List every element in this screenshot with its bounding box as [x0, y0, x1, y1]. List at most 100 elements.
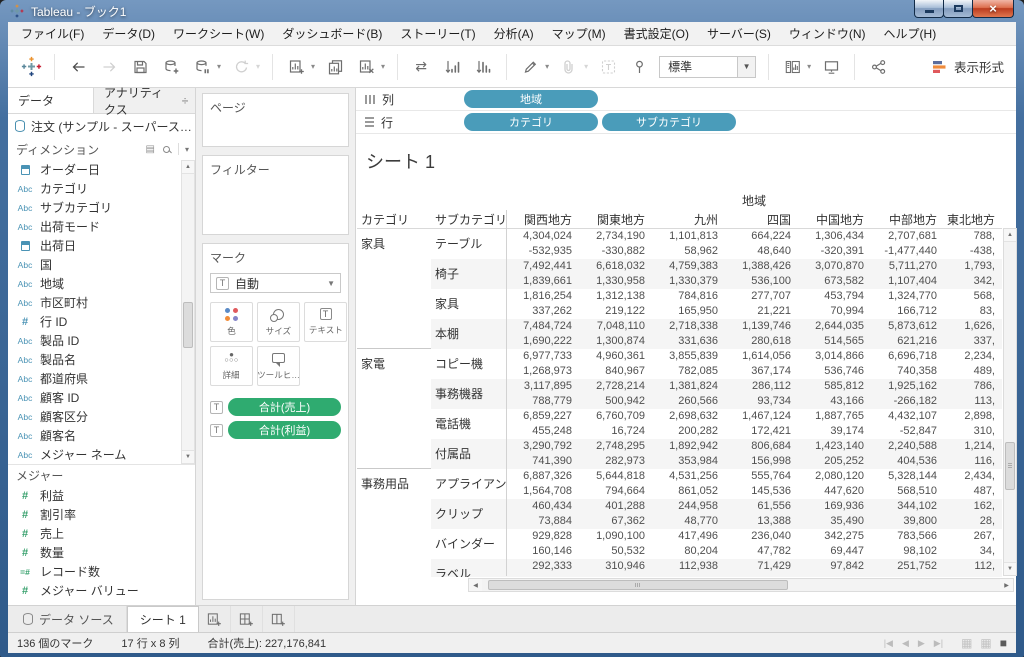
- sort-descending-icon[interactable]: [472, 54, 494, 80]
- dimensions-scrollbar[interactable]: ▲ ▼: [181, 160, 195, 464]
- dimension-pill[interactable]: サブカテゴリ: [602, 113, 736, 131]
- field-item[interactable]: 出荷日: [8, 236, 195, 255]
- table-row[interactable]: 家電 コピー機 6,977,733 1,268,973 4,960,361 840,967…: [357, 349, 1002, 379]
- dimension-pill[interactable]: カテゴリ: [464, 113, 598, 131]
- scroll-down-icon[interactable]: ▼: [182, 450, 194, 463]
- marks-button[interactable]: 色: [210, 302, 253, 342]
- tab-data[interactable]: データ: [8, 88, 94, 113]
- table-row[interactable]: 家具 1,816,254 337,262 1,312,138 219,122 784,81…: [357, 289, 1002, 319]
- field-item[interactable]: =# レコード数: [8, 562, 195, 581]
- menu-item[interactable]: サーバー(S): [698, 22, 780, 46]
- menu-item[interactable]: 分析(A): [485, 22, 543, 46]
- fit-selector[interactable]: 標準 ▼: [659, 55, 757, 78]
- pause-updates-icon[interactable]: [191, 54, 213, 80]
- menu-item[interactable]: データ(D): [93, 22, 164, 46]
- highlight-icon[interactable]: [519, 54, 541, 80]
- scroll-down-icon[interactable]: ▼: [1004, 562, 1016, 575]
- menu-item[interactable]: ウィンドウ(N): [780, 22, 875, 46]
- scroll-right-icon[interactable]: ▶: [1000, 579, 1013, 591]
- pane-expander-icon[interactable]: ÷: [175, 88, 195, 113]
- scroll-thumb[interactable]: [1005, 442, 1015, 490]
- presentation-mode-icon[interactable]: [820, 54, 842, 80]
- marks-button[interactable]: サイズ: [257, 302, 300, 342]
- tab-analytics[interactable]: アナリティクス: [94, 86, 175, 117]
- undo-icon[interactable]: [67, 54, 89, 80]
- swap-rows-columns-icon[interactable]: ⇄: [410, 54, 432, 80]
- grid-view-icon[interactable]: ▦: [961, 636, 972, 650]
- columns-shelf[interactable]: 列 地域: [356, 88, 1016, 111]
- pause-updates-caret[interactable]: ▾: [217, 62, 221, 71]
- pages-shelf[interactable]: ページ: [202, 93, 349, 147]
- new-worksheet-caret[interactable]: ▾: [311, 62, 315, 71]
- dimension-pill[interactable]: 地域: [464, 90, 598, 108]
- tab-datasource[interactable]: データ ソース: [11, 606, 127, 632]
- grid-labels-view-icon[interactable]: ▦: [980, 636, 991, 650]
- horizontal-scrollbar[interactable]: ◀ ▶: [468, 578, 1014, 592]
- field-item[interactable]: # メジャー バリュー: [8, 581, 195, 600]
- menu-item[interactable]: マップ(M): [543, 22, 615, 46]
- measure-pill[interactable]: 合計(利益): [228, 421, 341, 439]
- field-item[interactable]: Abc 地域: [8, 274, 195, 293]
- minimize-button[interactable]: [914, 0, 944, 18]
- filters-shelf[interactable]: フィルター: [202, 155, 349, 235]
- pin-icon[interactable]: [628, 54, 650, 80]
- field-item[interactable]: # 数量: [8, 543, 195, 562]
- table-row[interactable]: バインダー 929,828 160,146 1,090,100 50,532 417,49…: [357, 529, 1002, 559]
- new-story-tab[interactable]: [263, 606, 295, 632]
- rows-shelf[interactable]: 行 カテゴリ サブカテゴリ: [356, 111, 1016, 134]
- tableau-home-button[interactable]: [20, 54, 42, 80]
- table-row[interactable]: 事務機器 3,117,895 788,779 2,728,214 500,942 1,38…: [357, 379, 1002, 409]
- new-datasource-icon[interactable]: [160, 54, 182, 80]
- solid-view-icon[interactable]: ■: [1000, 636, 1007, 650]
- title-bar[interactable]: Tableau - ブック1 ×: [0, 0, 1024, 22]
- clear-sheet-caret[interactable]: ▾: [381, 62, 385, 71]
- field-item[interactable]: Abc 都道府県: [8, 369, 195, 388]
- scroll-up-icon[interactable]: ▲: [182, 161, 194, 174]
- show-hide-cards-icon[interactable]: [781, 54, 803, 80]
- vertical-scrollbar[interactable]: ▲ ▼: [1003, 228, 1017, 576]
- menu-item[interactable]: ストーリー(T): [391, 22, 484, 46]
- scroll-left-icon[interactable]: ◀: [469, 579, 482, 591]
- table-row[interactable]: 付属品 3,290,792 741,390 2,748,295 282,973 1,892…: [357, 439, 1002, 469]
- field-item[interactable]: Abc 出荷モード: [8, 217, 195, 236]
- field-item[interactable]: Abc 国: [8, 255, 195, 274]
- datasource-item[interactable]: 注文 (サンプル - スーパース…: [8, 114, 195, 138]
- fit-dropdown-caret[interactable]: ▼: [737, 56, 756, 77]
- menu-item[interactable]: ワークシート(W): [164, 22, 273, 46]
- field-item[interactable]: Abc カテゴリ: [8, 179, 195, 198]
- new-worksheet-tab[interactable]: [199, 606, 231, 632]
- field-item[interactable]: Abc 製品名: [8, 350, 195, 369]
- scroll-thumb[interactable]: [183, 302, 193, 348]
- show-hide-cards-caret[interactable]: ▾: [807, 62, 811, 71]
- mark-type-dropdown[interactable]: T 自動 ▼: [210, 273, 341, 293]
- marks-button[interactable]: ● ○○○ 詳細: [210, 346, 253, 386]
- field-item[interactable]: Abc メジャー ネーム: [8, 445, 195, 464]
- table-row[interactable]: 本棚 7,484,724 1,690,222 7,048,110 1,300,874 2,…: [357, 319, 1002, 349]
- clear-sheet-icon[interactable]: [355, 54, 377, 80]
- field-item[interactable]: Abc 顧客区分: [8, 407, 195, 426]
- field-item[interactable]: # 行 ID: [8, 312, 195, 331]
- menu-item[interactable]: ヘルプ(H): [875, 22, 946, 46]
- duplicate-sheet-icon[interactable]: [324, 54, 346, 80]
- field-item[interactable]: Abc 製品 ID: [8, 331, 195, 350]
- tab-sheet1[interactable]: シート 1: [126, 606, 199, 632]
- scroll-thumb[interactable]: [488, 580, 788, 590]
- table-row[interactable]: ラベル 292,333 310,946 112,938 71,429 97,842 251,…: [357, 559, 1002, 577]
- marks-button[interactable]: T テキスト: [304, 302, 347, 342]
- field-item[interactable]: Abc 市区町村: [8, 293, 195, 312]
- maximize-button[interactable]: [943, 0, 973, 18]
- field-item[interactable]: Abc 顧客 ID: [8, 388, 195, 407]
- close-button[interactable]: ×: [972, 0, 1014, 18]
- field-item[interactable]: # 割引率: [8, 505, 195, 524]
- table-row[interactable]: 電話機 6,859,227 455,248 6,760,709 16,724 2,698,…: [357, 409, 1002, 439]
- field-item[interactable]: オーダー日: [8, 160, 195, 179]
- scroll-up-icon[interactable]: ▲: [1004, 229, 1016, 242]
- field-item[interactable]: # 利益: [8, 486, 195, 505]
- show-me-button[interactable]: 表示形式: [932, 57, 1004, 76]
- save-icon[interactable]: [129, 54, 151, 80]
- table-row[interactable]: クリップ 460,434 73,884 401,288 67,362 244,958 48,…: [357, 499, 1002, 529]
- menu-item[interactable]: ダッシュボード(B): [273, 22, 391, 46]
- field-item[interactable]: # 売上: [8, 524, 195, 543]
- marks-button[interactable]: ツールヒ…: [257, 346, 300, 386]
- new-dashboard-tab[interactable]: [231, 606, 263, 632]
